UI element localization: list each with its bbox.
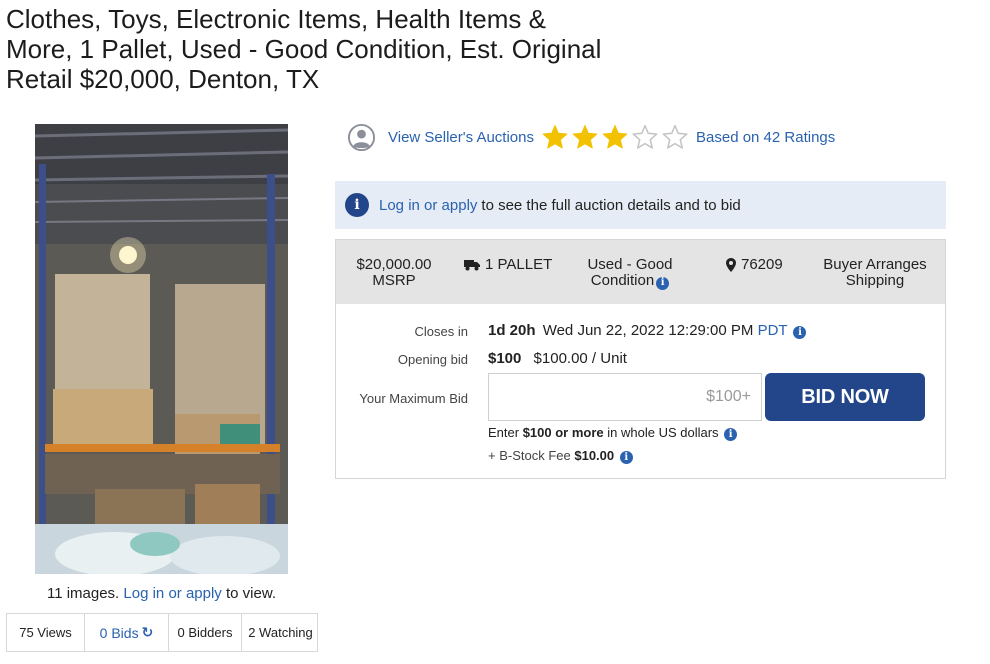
fee-info-icon[interactable]: i	[619, 451, 633, 464]
bidders-count: 0 Bidders	[169, 614, 242, 651]
bid-hint: Enter $100 or more in whole US dollars i	[488, 425, 738, 441]
views-count: 75 Views	[7, 614, 85, 651]
star-filled-icon	[542, 125, 568, 149]
max-bid-label: Your Maximum Bid	[359, 391, 468, 406]
close-date: Wed Jun 22, 2022 12:29:00 PM	[542, 322, 754, 339]
user-icon	[347, 123, 376, 151]
time-remaining: 1d 20h	[488, 322, 536, 339]
lot-summary: $20,000.00 MSRP 1 PALLET Used - Good Con…	[336, 240, 945, 304]
bid-hint-suffix: in whole US dollars	[607, 425, 719, 440]
max-bid-input[interactable]	[488, 373, 762, 421]
fee-amount: $10.00	[574, 448, 615, 463]
opening-bid-label: Opening bid	[397, 352, 468, 367]
ratings-link[interactable]: Based on 42 Ratings	[696, 129, 835, 146]
truck-icon	[464, 260, 480, 271]
msrp-label: MSRP	[372, 272, 416, 289]
bids-count[interactable]: 0 Bids ↻	[85, 614, 169, 651]
bid-hint-info-icon[interactable]: i	[724, 428, 738, 441]
bid-hint-prefix: Enter	[488, 425, 520, 440]
fee-hint: + B-Stock Fee $10.00 i	[488, 448, 633, 464]
opening-bid-value: $100 $100.00 / Unit	[488, 350, 627, 367]
bid-hint-amount: $100 or more	[522, 425, 604, 440]
banner-text: to see the full auction details and to b…	[481, 196, 741, 214]
product-photo[interactable]	[35, 124, 288, 574]
quantity: 1 PALLET	[464, 257, 558, 273]
auction-details: $20,000.00 MSRP 1 PALLET Used - Good Con…	[335, 239, 946, 479]
location: 76209	[726, 257, 796, 273]
condition-info-icon[interactable]: i	[656, 276, 670, 290]
star-filled-icon	[602, 125, 628, 149]
msrp: $20,000.00 MSRP	[346, 257, 442, 289]
rating-stars	[542, 124, 692, 150]
map-pin-icon	[726, 258, 736, 272]
timezone-info-icon[interactable]: i	[793, 326, 807, 339]
page-title: Clothes, Toys, Electronic Items, Health …	[6, 4, 602, 94]
star-empty-icon	[632, 124, 658, 149]
opening-bid-amount: $100	[488, 350, 522, 367]
condition: Used - Good Condition i	[574, 257, 686, 290]
star-empty-icon	[662, 124, 688, 149]
shipping: Buyer Arranges Shipping	[823, 256, 927, 289]
info-icon: i	[345, 193, 369, 217]
images-count: 11 images.	[46, 585, 120, 602]
closes-label: Closes in	[414, 324, 468, 339]
fee-label: + B-Stock Fee	[488, 448, 571, 463]
watching-count: 2 Watching	[248, 625, 313, 640]
star-filled-icon	[572, 125, 598, 149]
zip-label: 76209	[741, 256, 783, 273]
seller-info: View Seller's Auctions Based on 42 Ratin…	[347, 122, 835, 152]
view-seller-auctions-link[interactable]: View Seller's Auctions	[388, 129, 534, 146]
login-apply-link[interactable]: Log in or apply	[123, 585, 221, 602]
msrp-value: $20,000.00	[356, 256, 432, 273]
quantity-label: 1 PALLET	[485, 256, 553, 273]
login-banner: i Log in or apply to see the full auctio…	[335, 181, 946, 229]
timezone-link[interactable]: PDT	[758, 322, 788, 339]
bid-now-button[interactable]: BID NOW	[765, 373, 925, 421]
closes-value: 1d 20h Wed Jun 22, 2022 12:29:00 PM PDT …	[488, 322, 807, 339]
images-note-suffix: to view.	[225, 585, 277, 602]
warehouse-pallet-image	[35, 124, 288, 574]
opening-bid-unit: $100.00 / Unit	[533, 350, 627, 367]
listing-stats: 75 Views 0 Bids ↻ 0 Bidders 2 Watching	[6, 613, 318, 652]
refresh-icon[interactable]: ↻	[142, 624, 154, 641]
images-note: 11 images. Log in or apply to view.	[0, 585, 323, 602]
banner-login-link[interactable]: Log in or apply	[379, 197, 477, 214]
bids-label: 0 Bids	[99, 624, 139, 641]
